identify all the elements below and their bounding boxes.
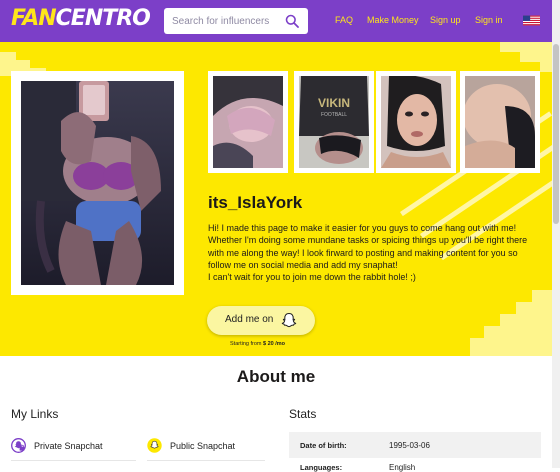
public-snapchat-link[interactable]: Public Snapchat	[147, 436, 272, 460]
gallery-thumb[interactable]	[376, 71, 456, 173]
search-box	[164, 8, 308, 34]
profile-hero: VIKIN FOOTBALL its_IslaYork Hi! I made t…	[0, 42, 560, 356]
bio-line: Whether I'm doing some mundane tasks or …	[208, 235, 528, 246]
profile-username: its_IslaYork	[208, 193, 303, 212]
decor-stair	[500, 314, 560, 326]
page-scrollbar[interactable]	[552, 0, 560, 468]
starting-price: $ 20 /mo	[263, 341, 286, 347]
nav-make-money-link[interactable]: Make Money	[367, 15, 419, 25]
thumb-text-football: FOOTBALL	[321, 112, 347, 118]
search-input[interactable]	[172, 13, 282, 29]
private-snapchat-link[interactable]: Private Snapchat	[11, 436, 136, 460]
profile-bio: Hi! I made this page to make it easier f…	[208, 222, 538, 283]
links-divider	[11, 460, 136, 461]
decor-stair	[470, 338, 560, 356]
add-me-on-snapchat-button[interactable]: Add me on	[207, 306, 315, 335]
nav-sign-up-link[interactable]: Sign up	[430, 15, 461, 25]
starting-prefix: Starting from	[230, 341, 262, 347]
add-me-label: Add me on	[225, 314, 274, 325]
about-me-title: About me	[236, 367, 316, 386]
gallery-thumb-image	[213, 76, 283, 168]
gallery-thumb-image	[381, 76, 451, 168]
bio-line: Hi! I made this page to make it easier f…	[208, 223, 517, 233]
public-snapchat-label: Public Snapchat	[170, 441, 236, 451]
starting-price-text: Starting from $ 20 /mo	[230, 341, 285, 347]
links-divider	[147, 460, 265, 461]
search-icon[interactable]	[285, 14, 299, 28]
thumb-text-vikin: VIKIN	[318, 96, 350, 110]
us-flag-icon[interactable]	[523, 15, 540, 26]
snapchat-ghost-icon	[281, 312, 297, 328]
decor-stair	[0, 52, 16, 60]
logo-centro-text: CENTRO	[55, 6, 151, 31]
profile-main-photo[interactable]	[11, 71, 184, 295]
gallery-thumb-image	[465, 76, 535, 168]
logo-fan-text: FAN	[11, 6, 57, 31]
bio-line: follow me on social media and add my sna…	[208, 259, 398, 270]
fancentro-logo[interactable]: FANCENTRO	[11, 6, 151, 31]
scrollbar-thumb[interactable]	[553, 44, 559, 224]
my-links-title: My Links	[11, 407, 59, 421]
gallery-thumb[interactable]	[208, 71, 288, 173]
bio-line: with me along the way! I look firward to…	[208, 247, 518, 258]
decor-stair	[500, 42, 560, 52]
top-header: FANCENTRO FAQ Make Money Sign up Sign in	[0, 0, 560, 42]
snapchat-ghost-icon	[147, 438, 162, 453]
stat-value-dob: 1995-03-06	[389, 441, 430, 450]
nav-sign-in-link[interactable]: Sign in	[475, 15, 503, 25]
nav-faq-link[interactable]: FAQ	[335, 15, 353, 25]
private-snapchat-label: Private Snapchat	[34, 441, 103, 451]
gallery-thumb[interactable]	[460, 71, 540, 173]
stats-title: Stats	[289, 407, 317, 421]
bio-line: I can't wait for you to join me down the…	[208, 272, 416, 283]
decor-stair	[0, 60, 30, 68]
snapchat-lock-icon	[11, 438, 26, 453]
stat-label-dob: Date of birth:	[300, 441, 347, 450]
gallery-thumb-image: VIKIN FOOTBALL	[299, 76, 369, 168]
decor-stair	[484, 326, 560, 338]
gallery-thumb[interactable]: VIKIN FOOTBALL	[294, 71, 374, 173]
profile-photo-image	[21, 81, 174, 285]
